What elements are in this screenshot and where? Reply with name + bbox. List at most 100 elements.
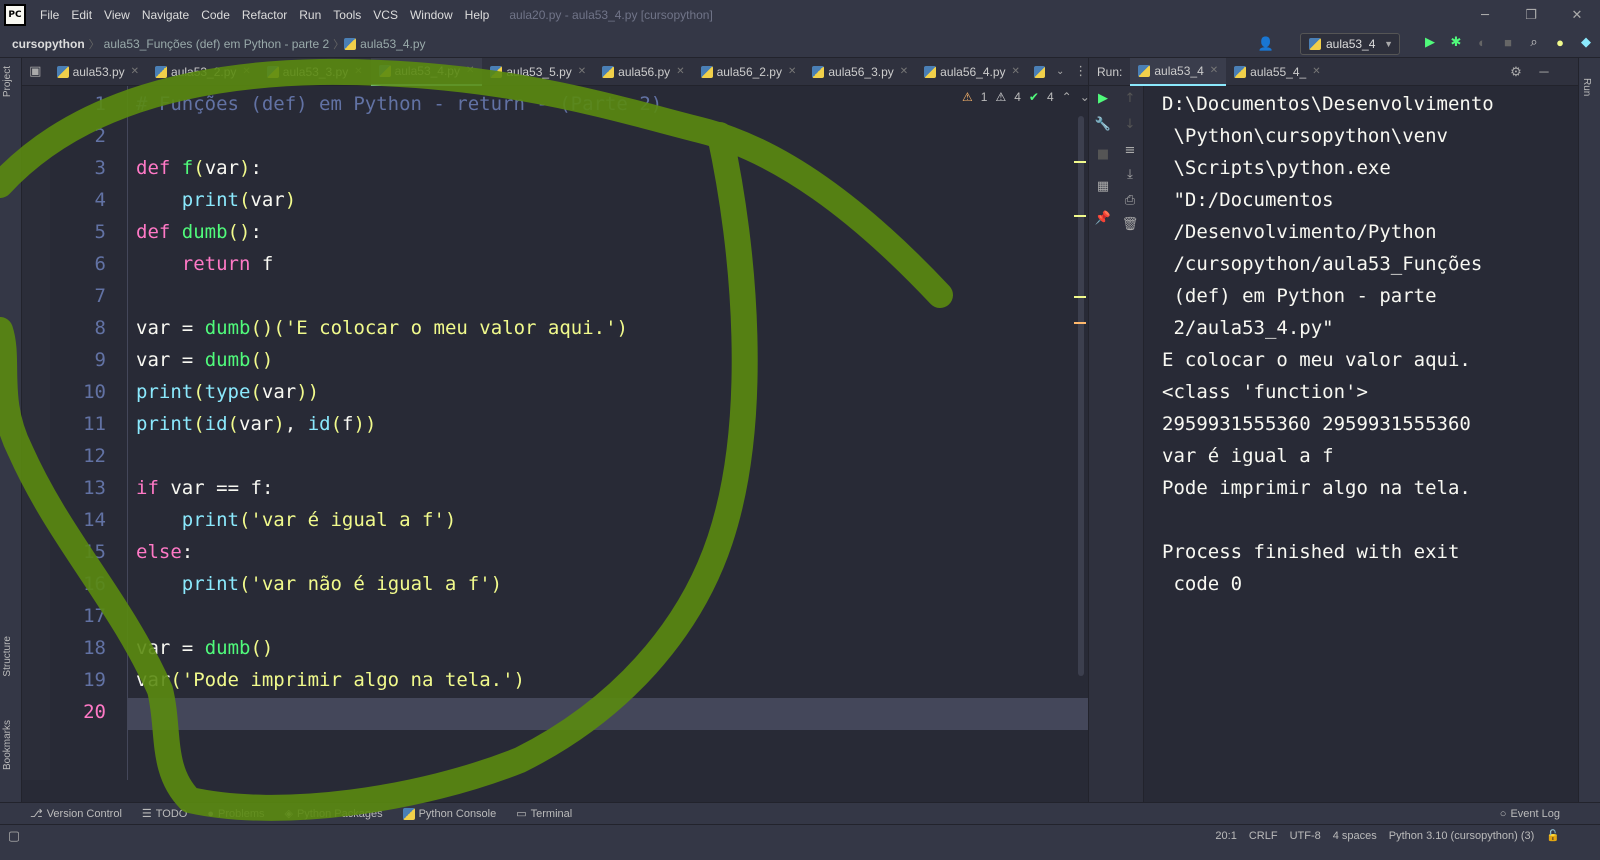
run-console-output[interactable]: D:\Documentos\Desenvolvimento \Python\cu… [1144,86,1578,802]
close-icon[interactable]: ✕ [1554,0,1600,30]
tab-aula53-3[interactable]: aula53_3.py ✕ [259,58,371,86]
close-tab-icon[interactable]: ✕ [466,65,474,76]
problems-tool[interactable]: ● Problems [197,808,274,820]
close-tab-icon[interactable]: ✕ [131,66,139,77]
code-line[interactable]: var('Pode imprimir algo na tela.') [136,664,525,696]
run-icon[interactable]: ▶ [1422,34,1438,50]
code-line[interactable]: print(var) [136,184,296,216]
close-tab-icon[interactable]: ✕ [676,66,684,77]
tab-aula56-2[interactable]: aula56_2.py ✕ [693,58,805,86]
gear-icon[interactable]: ⚙ [1508,64,1524,80]
breadcrumb-file[interactable]: aula53_4.py [356,37,429,51]
debug-icon[interactable]: ✱ [1448,34,1464,50]
menu-run[interactable]: Run [293,8,327,22]
tab-aula56[interactable]: aula56.py ✕ [594,58,692,86]
code-line[interactable]: def f(var): [136,152,262,184]
scroll-to-end-icon[interactable]: ⤓ [1122,166,1138,182]
chevron-down-icon[interactable]: ⌄ [1053,64,1068,80]
tab-aula53[interactable]: aula53.py ✕ [49,58,147,86]
terminal-tool[interactable]: ▭ Terminal [506,807,582,821]
code-line[interactable]: var = dumb() [136,344,273,376]
structure-tool-button[interactable]: Structure [2,636,13,677]
menu-navigate[interactable]: Navigate [136,8,195,22]
breadcrumb-project[interactable]: cursopython [0,37,89,51]
jetbrains-icon[interactable]: ◆ [1578,34,1594,50]
menu-help[interactable]: Help [459,8,496,22]
tab-aula53-2[interactable]: aula53_2.py ✕ [147,58,259,86]
python-packages-tool[interactable]: ◈ Python Packages [274,807,392,821]
run-config-select[interactable]: aula53_4 ▼ [1300,33,1400,55]
version-control-tool[interactable]: ⎇ Version Control [0,807,132,821]
editor-scrollbar[interactable] [1078,116,1084,676]
caret-position[interactable]: 20:1 [1209,830,1242,842]
close-tab-icon[interactable]: ✕ [1210,65,1218,76]
tab-aula53-4[interactable]: aula53_4.py ✕ [370,57,483,86]
error-stripe-mark[interactable] [1074,161,1086,163]
rerun-icon[interactable]: ▶ [1095,90,1111,106]
indent-setting[interactable]: 4 spaces [1327,830,1383,842]
menu-view[interactable]: View [98,8,136,22]
stop-icon[interactable]: ■ [1500,34,1516,50]
close-tab-icon[interactable]: ✕ [354,66,362,77]
project-view-icon[interactable]: ▣ [28,64,43,80]
print-icon[interactable]: ⎙ [1122,192,1138,208]
wrench-icon[interactable]: 🔧 [1095,116,1111,132]
run-tool-button[interactable]: Run [1581,78,1592,96]
code-line[interactable]: return f [136,248,274,280]
code-line[interactable]: print('var é igual a f') [136,504,457,536]
more-options-icon[interactable]: ⋮ [1073,64,1088,80]
restore-icon[interactable]: ❐ [1508,0,1554,30]
event-log-tool[interactable]: ○ Event Log [1490,808,1600,820]
close-tab-icon[interactable]: ✕ [578,66,586,77]
code-line[interactable]: var = dumb()('E colocar o meu valor aqui… [136,312,628,344]
menu-vcs[interactable]: VCS [367,8,404,22]
tab-aula53-5[interactable]: aula53_5.py ✕ [482,58,594,86]
python-console-tool[interactable]: Python Console [393,807,507,820]
todo-tool[interactable]: ☰ TODO [132,807,197,821]
soft-wrap-icon[interactable]: ≡ [1122,142,1138,158]
menu-refactor[interactable]: Refactor [236,8,293,22]
close-tab-icon[interactable]: ✕ [1312,66,1320,77]
error-stripe-mark[interactable] [1074,296,1086,298]
inspection-widget[interactable]: ⚠ 1 ⚠ 4 ✔ 4 ⌃ ⌄ [962,90,1090,104]
arrow-down-icon[interactable]: ↓ [1122,116,1138,132]
tab-aula56-3[interactable]: aula56_3.py ✕ [804,58,916,86]
menu-code[interactable]: Code [195,8,236,22]
python-interpreter[interactable]: Python 3.10 (cursopython) (3) [1383,830,1541,842]
file-encoding[interactable]: UTF-8 [1284,830,1327,842]
coverage-icon[interactable]: ◐ [1474,34,1490,50]
hide-panel-icon[interactable]: ─ [1536,64,1552,80]
run-tab-aula55-4[interactable]: aula55_4_ ✕ [1226,58,1328,86]
menu-file[interactable]: File [34,8,65,22]
code-line[interactable]: else: [136,536,193,568]
menu-edit[interactable]: Edit [65,8,98,22]
tab-aula56-4[interactable]: aula56_4.py ✕ [916,58,1028,86]
chevron-up-icon[interactable]: ⌃ [1062,90,1072,104]
menu-window[interactable]: Window [404,8,459,22]
update-icon[interactable]: ● [1552,34,1568,50]
code-line[interactable]: # Funções (def) em Python - return - (Pa… [136,88,662,120]
minimize-icon[interactable]: ─ [1462,0,1508,30]
bookmarks-tool-button[interactable]: Bookmarks [2,720,13,770]
close-tab-icon[interactable]: ✕ [900,66,908,77]
code-line[interactable]: if var == f: [136,472,273,504]
pin-icon[interactable]: 📌 [1095,210,1111,226]
run-tab-aula53-4[interactable]: aula53_4 ✕ [1130,57,1227,86]
stop-icon[interactable]: ■ [1095,146,1111,162]
more-files-icon[interactable] [1033,65,1045,78]
code-line[interactable]: print('var não é igual a f') [136,568,502,600]
user-icon[interactable]: 👤 [1258,36,1274,52]
search-icon[interactable]: ⌕ [1526,34,1542,50]
close-tab-icon[interactable]: ✕ [788,66,796,77]
close-tab-icon[interactable]: ✕ [1012,66,1020,77]
menu-tools[interactable]: Tools [327,8,367,22]
error-stripe-mark[interactable] [1074,215,1086,217]
code-line[interactable]: print(type(var)) [136,376,319,408]
breadcrumb-folder[interactable]: aula53_Funções (def) em Python - parte 2 [100,37,333,51]
code-line[interactable]: var = dumb() [136,632,273,664]
layout-icon[interactable]: ▦ [1095,178,1111,194]
close-tab-icon[interactable]: ✕ [242,66,250,77]
code-line[interactable]: print(id(var), id(f)) [136,408,376,440]
lock-icon[interactable]: 🔓 [1540,829,1600,842]
code-editor[interactable]: 1 2 3 4 5 6 7 8 9 10 11 12 13 14 15 16 17 18 19 20 # Funçõe… [22,86,1090,780]
